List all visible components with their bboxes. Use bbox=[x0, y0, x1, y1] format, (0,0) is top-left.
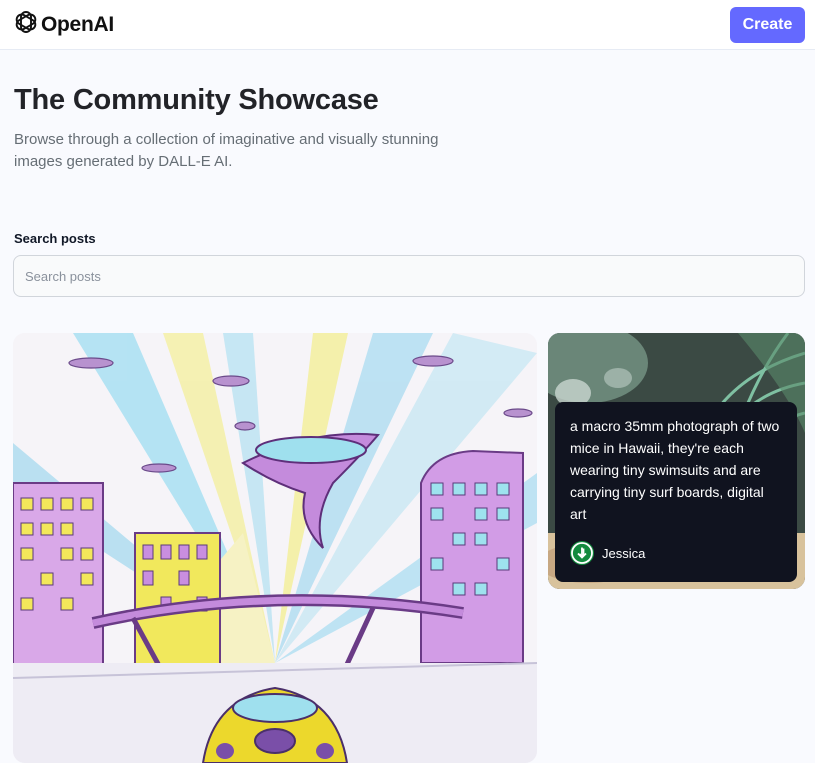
download-icon[interactable] bbox=[571, 541, 783, 565]
post-footer: J Jessica bbox=[570, 541, 783, 565]
top-navbar: OpenAI Create bbox=[0, 0, 815, 50]
logo-text: OpenAI bbox=[41, 12, 114, 36]
post-prompt: a macro 35mm photograph of two mice in H… bbox=[570, 418, 780, 522]
page-title: The Community Showcase bbox=[14, 84, 379, 116]
create-button[interactable]: Create bbox=[730, 6, 805, 43]
search-input[interactable] bbox=[13, 255, 805, 297]
openai-logo-icon bbox=[13, 9, 39, 40]
post-card[interactable] bbox=[13, 333, 537, 763]
page-description: Browse through a collection of imaginati… bbox=[14, 131, 439, 170]
author-name: Jessica bbox=[602, 545, 646, 561]
post-card[interactable]: a macro 35mm photograph of two mice in H… bbox=[548, 333, 805, 589]
search-label: Search posts bbox=[14, 231, 96, 246]
post-prompt-overlay: a macro 35mm photograph of two mice in H… bbox=[555, 402, 797, 582]
futuristic-city-drawing-image bbox=[13, 333, 537, 763]
openai-logo[interactable]: OpenAI bbox=[13, 9, 114, 40]
